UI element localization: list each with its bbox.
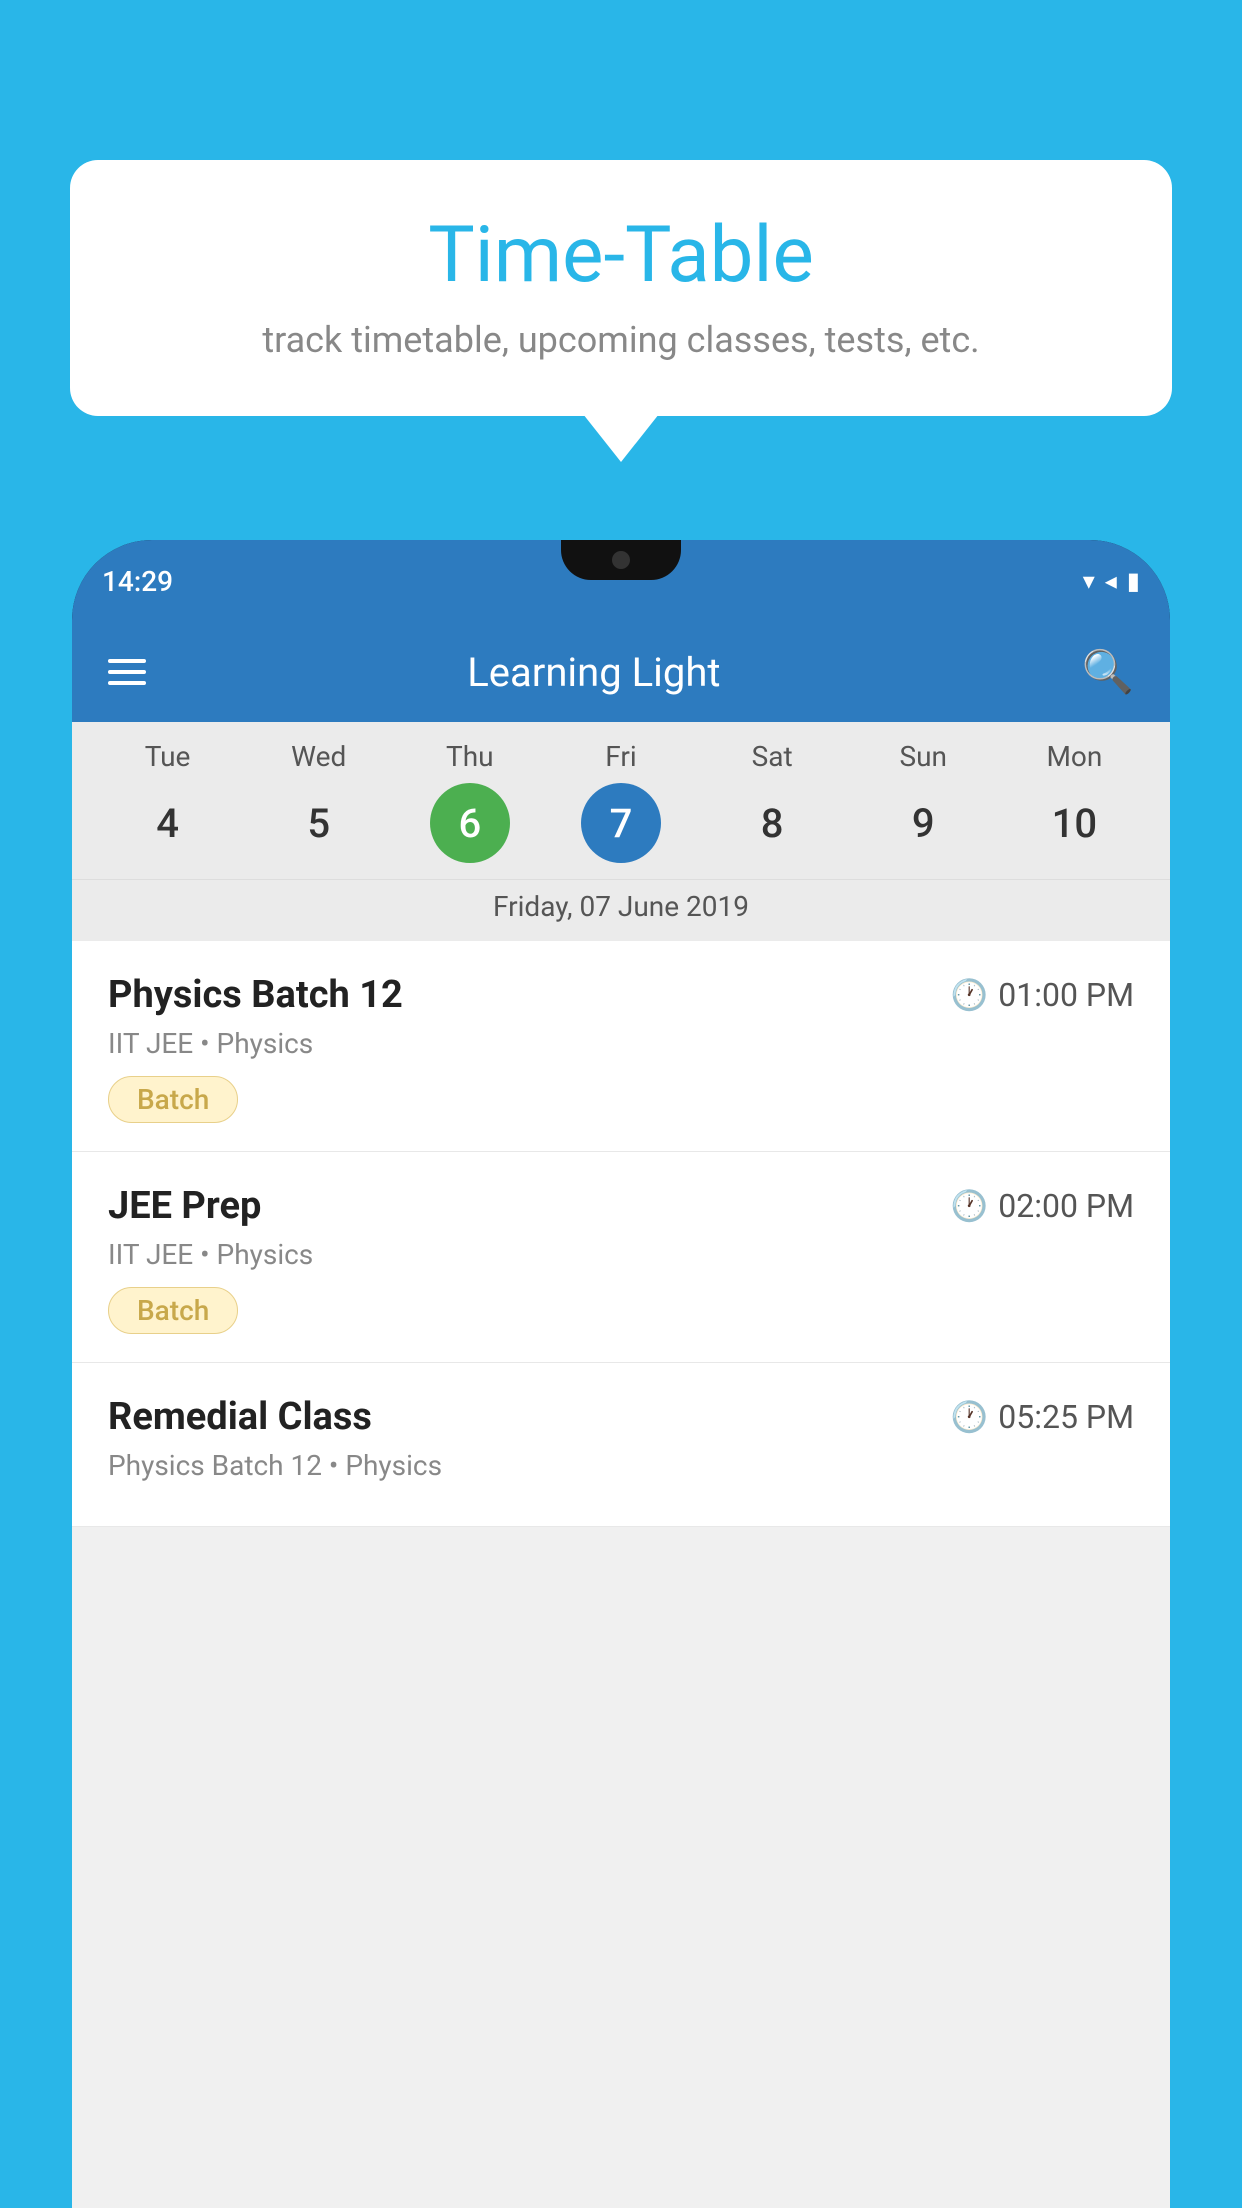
status-icons: ▾ ◂ ▮ xyxy=(1083,567,1140,595)
search-icon[interactable]: 🔍 xyxy=(1082,648,1134,697)
class-time-1: 🕐 02:00 PM xyxy=(951,1187,1134,1225)
class-subject-0: IIT JEE • Physics xyxy=(108,1027,1134,1060)
status-time: 14:29 xyxy=(102,565,173,598)
day-header-fri: Fri xyxy=(581,740,661,773)
camera-dot xyxy=(612,551,630,569)
batch-badge-1: Batch xyxy=(108,1287,238,1334)
day-num-5[interactable]: 5 xyxy=(279,783,359,863)
class-time-text-0: 01:00 PM xyxy=(998,976,1134,1014)
bubble-subtitle: track timetable, upcoming classes, tests… xyxy=(130,319,1112,361)
day-num-6[interactable]: 6 xyxy=(430,783,510,863)
day-num-8[interactable]: 8 xyxy=(732,783,812,863)
class-name-2: Remedial Class xyxy=(108,1395,372,1439)
speech-bubble: Time-Table track timetable, upcoming cla… xyxy=(70,160,1172,416)
phone-screen: Tue Wed Thu Fri Sat Sun Mon 456789 10 Friday, 0… xyxy=(72,722,1170,2208)
class-item-2[interactable]: Remedial Class 🕐 05:25 PM Physics Batch … xyxy=(72,1363,1170,1527)
class-name-0: Physics Batch 12 xyxy=(108,973,403,1017)
day-header-sun: Sun xyxy=(883,740,963,773)
class-list: Physics Batch 12 🕐 01:00 PM IIT JEE • Ph… xyxy=(72,941,1170,1527)
class-time-text-1: 02:00 PM xyxy=(998,1187,1134,1225)
selected-date-label: Friday, 07 June 2019 xyxy=(72,879,1170,941)
wifi-icon: ▾ xyxy=(1083,567,1095,595)
class-item-0[interactable]: Physics Batch 12 🕐 01:00 PM IIT JEE • Ph… xyxy=(72,941,1170,1152)
app-title: Learning Light xyxy=(136,649,1052,696)
app-bar: Learning Light 🔍 xyxy=(72,622,1170,722)
status-bar: 14:29 ▾ ◂ ▮ xyxy=(72,540,1170,622)
day-header-thu: Thu xyxy=(430,740,510,773)
bubble-title: Time-Table xyxy=(130,210,1112,301)
class-subject-2: Physics Batch 12 • Physics xyxy=(108,1449,1134,1482)
class-time-text-2: 05:25 PM xyxy=(998,1398,1134,1436)
day-headers: Tue Wed Thu Fri Sat Sun Mon xyxy=(72,740,1170,773)
batch-badge-0: Batch xyxy=(108,1076,238,1123)
day-num-4[interactable]: 4 xyxy=(128,783,208,863)
clock-icon-0: 🕐 xyxy=(951,978,988,1013)
day-num-7[interactable]: 7 xyxy=(581,783,661,863)
class-name-1: JEE Prep xyxy=(108,1184,261,1228)
clock-icon-1: 🕐 xyxy=(951,1189,988,1224)
day-header-tue: Tue xyxy=(128,740,208,773)
class-time-2: 🕐 05:25 PM xyxy=(951,1398,1134,1436)
notch xyxy=(561,540,681,580)
day-num-10[interactable]: 10 xyxy=(1034,783,1114,863)
clock-icon-2: 🕐 xyxy=(951,1400,988,1435)
day-num-9[interactable]: 9 xyxy=(883,783,963,863)
class-subject-1: IIT JEE • Physics xyxy=(108,1238,1134,1271)
day-header-wed: Wed xyxy=(279,740,359,773)
day-header-mon: Mon xyxy=(1034,740,1114,773)
class-item-1[interactable]: JEE Prep 🕐 02:00 PM IIT JEE • Physics Ba… xyxy=(72,1152,1170,1363)
day-header-sat: Sat xyxy=(732,740,812,773)
battery-icon: ▮ xyxy=(1127,567,1140,595)
class-time-0: 🕐 01:00 PM xyxy=(951,976,1134,1014)
calendar-strip: Tue Wed Thu Fri Sat Sun Mon 456789 10 Friday, 0… xyxy=(72,722,1170,941)
signal-icon: ◂ xyxy=(1105,567,1117,595)
day-numbers: 456789 10 xyxy=(72,783,1170,863)
phone-frame: 14:29 ▾ ◂ ▮ Learning Light 🔍 Tue Wed Thu Fr… xyxy=(72,540,1170,2208)
